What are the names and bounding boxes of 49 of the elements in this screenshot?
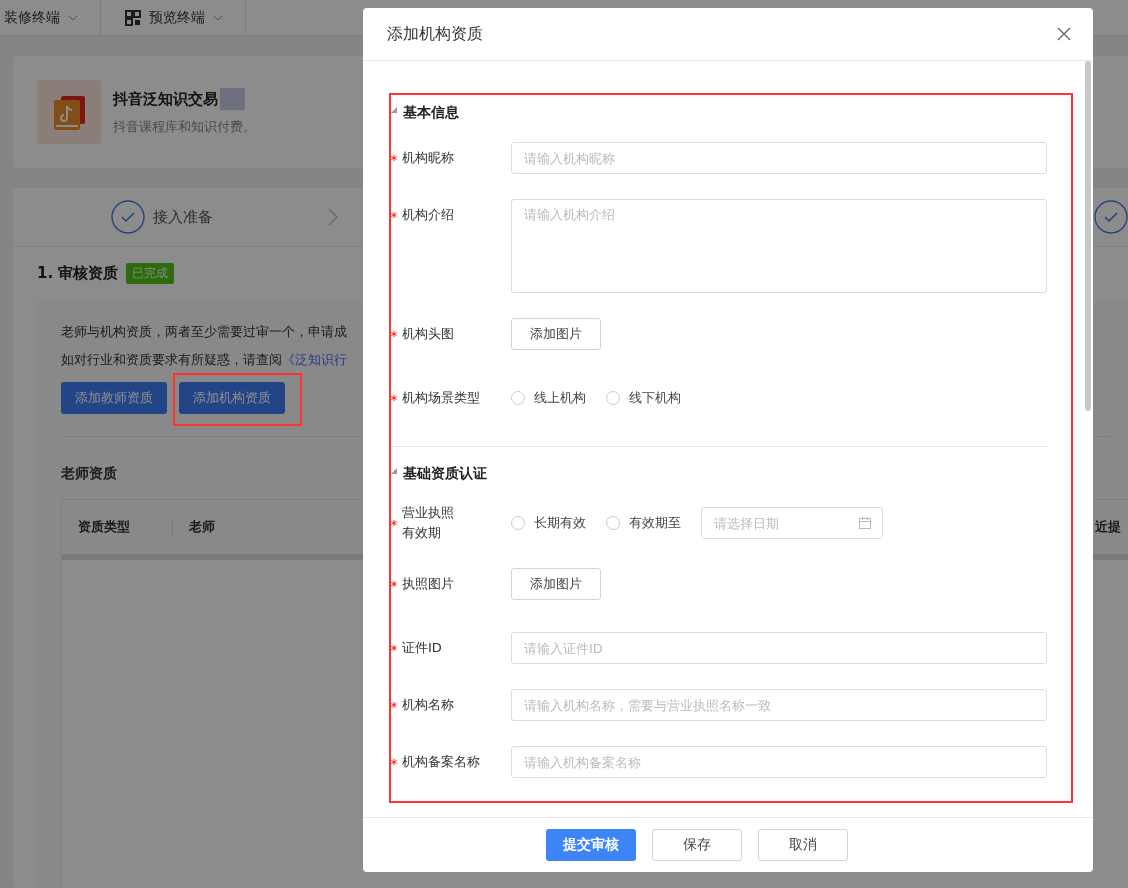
radio-option[interactable]: 线下机构 (606, 389, 681, 407)
close-icon[interactable] (1057, 27, 1071, 41)
field-label: 证件ID (402, 639, 442, 657)
column-header: 近提 (1095, 518, 1121, 536)
status-badge: 已完成 (126, 263, 175, 284)
chevron-right-icon (328, 208, 338, 226)
radio-option[interactable]: 长期有效 (511, 514, 586, 532)
field-label: 执照图片 (402, 575, 454, 593)
notice-text: 如对行业和资质要求有所疑惑，请查阅 (61, 352, 282, 367)
product-title: 抖音泛知识交易 (113, 89, 218, 109)
add-image-button[interactable]: 添加图片 (511, 568, 601, 600)
step-label: 接入准备 (153, 207, 213, 227)
section-title: 1. 审核资质 (37, 264, 119, 283)
terminal-tab[interactable]: 装修终端 (0, 0, 101, 35)
form-section-title: 基础资质认证 (403, 465, 487, 483)
text-field[interactable]: 请输入机构备案名称 (511, 746, 1047, 778)
app-logo-icon (37, 80, 101, 144)
add-image-button[interactable]: 添加图片 (511, 318, 601, 350)
radio-option[interactable]: 有效期至 (606, 514, 681, 532)
field-label: 机构头图 (402, 325, 454, 343)
caret-icon (213, 14, 223, 21)
dialog-title: 添加机构资质 (387, 23, 483, 45)
collapse-triangle-icon[interactable] (391, 468, 397, 474)
column-header: 老师 (188, 518, 215, 536)
column-header: 资质类型 (62, 518, 173, 536)
table-title: 老师资质 (61, 465, 117, 483)
scrollbar[interactable] (1085, 61, 1091, 411)
field-label: 机构介绍 (402, 206, 454, 224)
dialog-button[interactable]: 提交审核 (546, 829, 636, 861)
text-area[interactable]: 请输入机构介绍 (511, 199, 1047, 293)
field-label: 机构备案名称 (402, 753, 480, 771)
terminal-tab[interactable]: 预览终端 (101, 0, 246, 35)
date-picker-field[interactable]: 请选择日期 (701, 507, 883, 539)
text-field[interactable]: 请输入机构昵称 (511, 142, 1047, 174)
text-field[interactable]: 请输入证件ID (511, 632, 1047, 664)
qr-code-icon (125, 9, 141, 26)
dialog-button[interactable]: 取消 (758, 829, 848, 861)
field-label: 机构场景类型 (402, 389, 480, 407)
product-subtitle: 抖音课程库和知识付费。 (113, 118, 256, 136)
collapse-triangle-icon[interactable] (391, 107, 397, 113)
form-section-title: 基本信息 (403, 104, 459, 122)
dialog-button[interactable]: 保存 (652, 829, 742, 861)
radio-option[interactable]: 线上机构 (511, 389, 586, 407)
field-label: 营业执照有效期 (402, 504, 455, 542)
calendar-icon (859, 517, 871, 529)
redaction-block (220, 88, 245, 110)
field-label: 机构昵称 (402, 149, 454, 167)
field-label: 机构名称 (402, 696, 454, 714)
caret-icon (68, 14, 78, 21)
